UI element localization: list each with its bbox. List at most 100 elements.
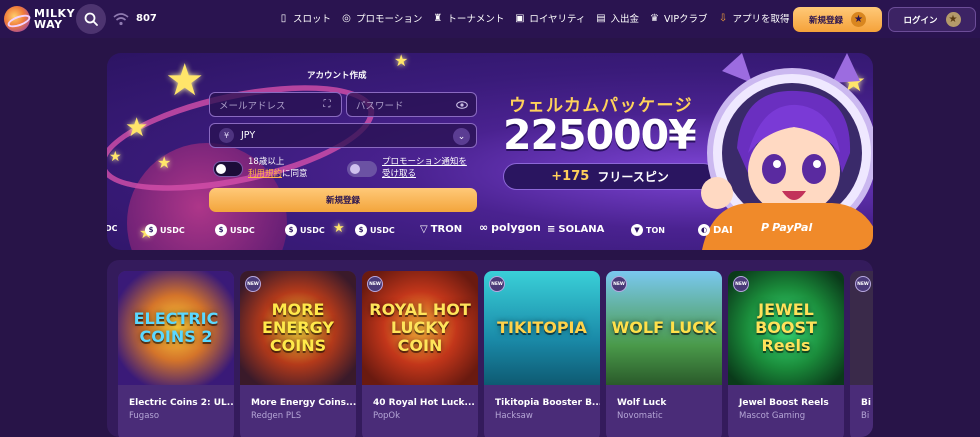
game-name: Wolf Luck [617, 398, 667, 408]
yen-icon: ¥ [219, 128, 234, 143]
game-art-title: JEWEL BOOST Reels [755, 300, 817, 355]
star-decoration-icon: ★ [109, 149, 122, 165]
nav-label: ロイヤリティ [529, 14, 586, 25]
game-card[interactable]: NEW WOLF LUCK Wolf Luck Novomatic [606, 271, 722, 437]
promo-notification-toggle[interactable] [347, 161, 377, 177]
nav-loyalty[interactable]: ▣ ロイヤリティ [514, 11, 586, 26]
main-nav: ▯ スロット ◎ プロモーション ♜ トーナメント ▣ ロイヤリティ ▤ 入出金 ♛ VIP… [278, 11, 790, 26]
payment-label: USDC [300, 225, 325, 235]
star-icon: ★ [851, 12, 866, 27]
game-provider: Bi [861, 411, 870, 421]
password-placeholder: パスワード [356, 100, 404, 112]
promo-line1: プロモーション通知を [382, 157, 467, 167]
payment-label: USDC [230, 225, 255, 235]
download-icon: ⇩ [718, 12, 728, 24]
payment-label: DAI [713, 224, 733, 236]
terms-link[interactable]: 利用規約 [248, 169, 282, 179]
nav-tournaments[interactable]: ♜ トーナメント [432, 11, 505, 26]
game-card[interactable]: NEW Bi Bi [850, 271, 873, 437]
payment-method: ▼ TON [631, 224, 665, 236]
star-decoration-icon: ★ [157, 153, 172, 172]
game-art-title: ROYAL HOT LUCKY COIN [369, 300, 471, 355]
game-provider: Fugaso [129, 411, 160, 421]
signup-form-title: アカウント作成 [307, 71, 367, 81]
game-thumbnail: NEW TIKITOPIA [484, 271, 600, 385]
game-card[interactable]: NEW ROYAL HOT LUCKY COIN 40 Royal Hot Lu… [362, 271, 478, 437]
game-provider: Mascot Gaming [739, 411, 806, 421]
search-button[interactable] [76, 4, 106, 34]
game-art-title: MORE ENERGY COINS [262, 300, 334, 355]
email-placeholder: メールアドレス [219, 100, 286, 112]
nav-slots[interactable]: ▯ スロット [278, 11, 331, 26]
milky-way-logo[interactable]: MILKY WAY [4, 6, 75, 32]
signup-label: 新規登録 [808, 15, 843, 26]
payment-method: P PayPal [761, 221, 812, 234]
usdc-icon: $ [145, 224, 157, 236]
nav-wallet[interactable]: ▤ 入出金 [596, 11, 639, 26]
promo-icon: ◎ [342, 12, 351, 24]
game-art-title: TIKITOPIA [497, 318, 587, 337]
planet-logo-icon [4, 6, 30, 32]
payment-label: DC [107, 224, 118, 233]
game-thumbnail: NEW MORE ENERGY COINS [240, 271, 356, 385]
paypal-icon: P [761, 221, 770, 234]
game-name: More Energy Coins... [251, 398, 356, 408]
payment-label: polygon [491, 221, 541, 234]
wallet-icon: ▤ [596, 12, 606, 24]
payment-method: DC [107, 224, 118, 233]
eye-icon[interactable] [456, 99, 468, 111]
new-badge: NEW [245, 276, 261, 292]
promo-line2: 受け取る [382, 169, 417, 179]
ton-icon: ▼ [631, 224, 643, 236]
age-line: 18歳以上 [248, 157, 285, 167]
new-badge: NEW [611, 276, 627, 292]
payment-method: $ USDC [355, 224, 395, 236]
email-field[interactable]: メールアドレス ⛶ [209, 92, 342, 117]
tron-icon: ▽ [420, 224, 428, 235]
nav-label: トーナメント [447, 14, 505, 25]
usdc-icon: $ [285, 224, 297, 236]
payment-method: ≡ SOLANA [547, 224, 604, 235]
age-terms-toggle[interactable] [213, 161, 243, 177]
age-suffix: に同意 [282, 169, 308, 179]
online-count: 807 [136, 13, 157, 24]
game-card[interactable]: NEW JEWEL BOOST Reels Jewel Boost Reels … [728, 271, 844, 437]
top-header: MILKY WAY 807 ▯ スロット ◎ プロモーション ♜ トーナメント ▣ ロイ… [0, 0, 980, 38]
game-card[interactable]: NEW MORE ENERGY COINS More Energy Coins.… [240, 271, 356, 437]
nav-label: アプリを取得 [732, 14, 790, 25]
star-decoration-icon: ★ [125, 113, 149, 143]
new-badge: NEW [855, 276, 871, 292]
game-thumbnail: NEW ROYAL HOT LUCKY COIN [362, 271, 478, 385]
payment-label: TON [646, 225, 665, 235]
game-card[interactable]: ELECTRIC COINS 2 Electric Coins 2: UL...… [118, 271, 234, 437]
star-decoration-icon: ★ [394, 53, 409, 70]
payment-methods-strip: DC $ USDC $ USDC $ USDC $ USDC ▽ TRON ∞ polygo… [107, 219, 873, 243]
password-field[interactable]: パスワード [346, 92, 477, 117]
free-spins-count: +175 [551, 169, 590, 184]
nav-vip[interactable]: ♛ VIPクラブ [649, 11, 708, 26]
payment-label: USDC [160, 225, 185, 235]
vip-icon: ♛ [650, 12, 659, 24]
game-name: Jewel Boost Reels [739, 398, 829, 408]
game-thumbnail: NEW JEWEL BOOST Reels [728, 271, 844, 385]
nav-label: VIPクラブ [664, 14, 708, 25]
nav-get-app[interactable]: ⇩ アプリを取得 [718, 11, 790, 26]
game-thumbnail: ELECTRIC COINS 2 [118, 271, 234, 385]
payment-method: $ USDC [215, 224, 255, 236]
promo-notification-label: プロモーション通知を 受け取る [382, 156, 467, 180]
game-provider: Hacksaw [495, 411, 533, 421]
header-signup-button[interactable]: 新規登録 ★ [793, 7, 882, 32]
scan-icon[interactable]: ⛶ [321, 99, 333, 111]
star-icon: ★ [945, 12, 961, 27]
payment-label: PayPal [772, 221, 813, 234]
search-icon [84, 12, 98, 26]
header-login-button[interactable]: ログイン ★ [888, 7, 976, 32]
usdc-icon: $ [355, 224, 367, 236]
payment-method: $ USDC [145, 224, 185, 236]
nav-promotions[interactable]: ◎ プロモーション [341, 11, 422, 26]
game-art-title: WOLF LUCK [611, 318, 717, 337]
game-card[interactable]: NEW TIKITOPIA Tikitopia Booster B... Hac… [484, 271, 600, 437]
banner-signup-button[interactable]: 新規登録 [209, 188, 477, 212]
payment-method: $ USDC [285, 224, 325, 236]
currency-select[interactable]: ¥ JPY ⌄ [209, 123, 477, 148]
